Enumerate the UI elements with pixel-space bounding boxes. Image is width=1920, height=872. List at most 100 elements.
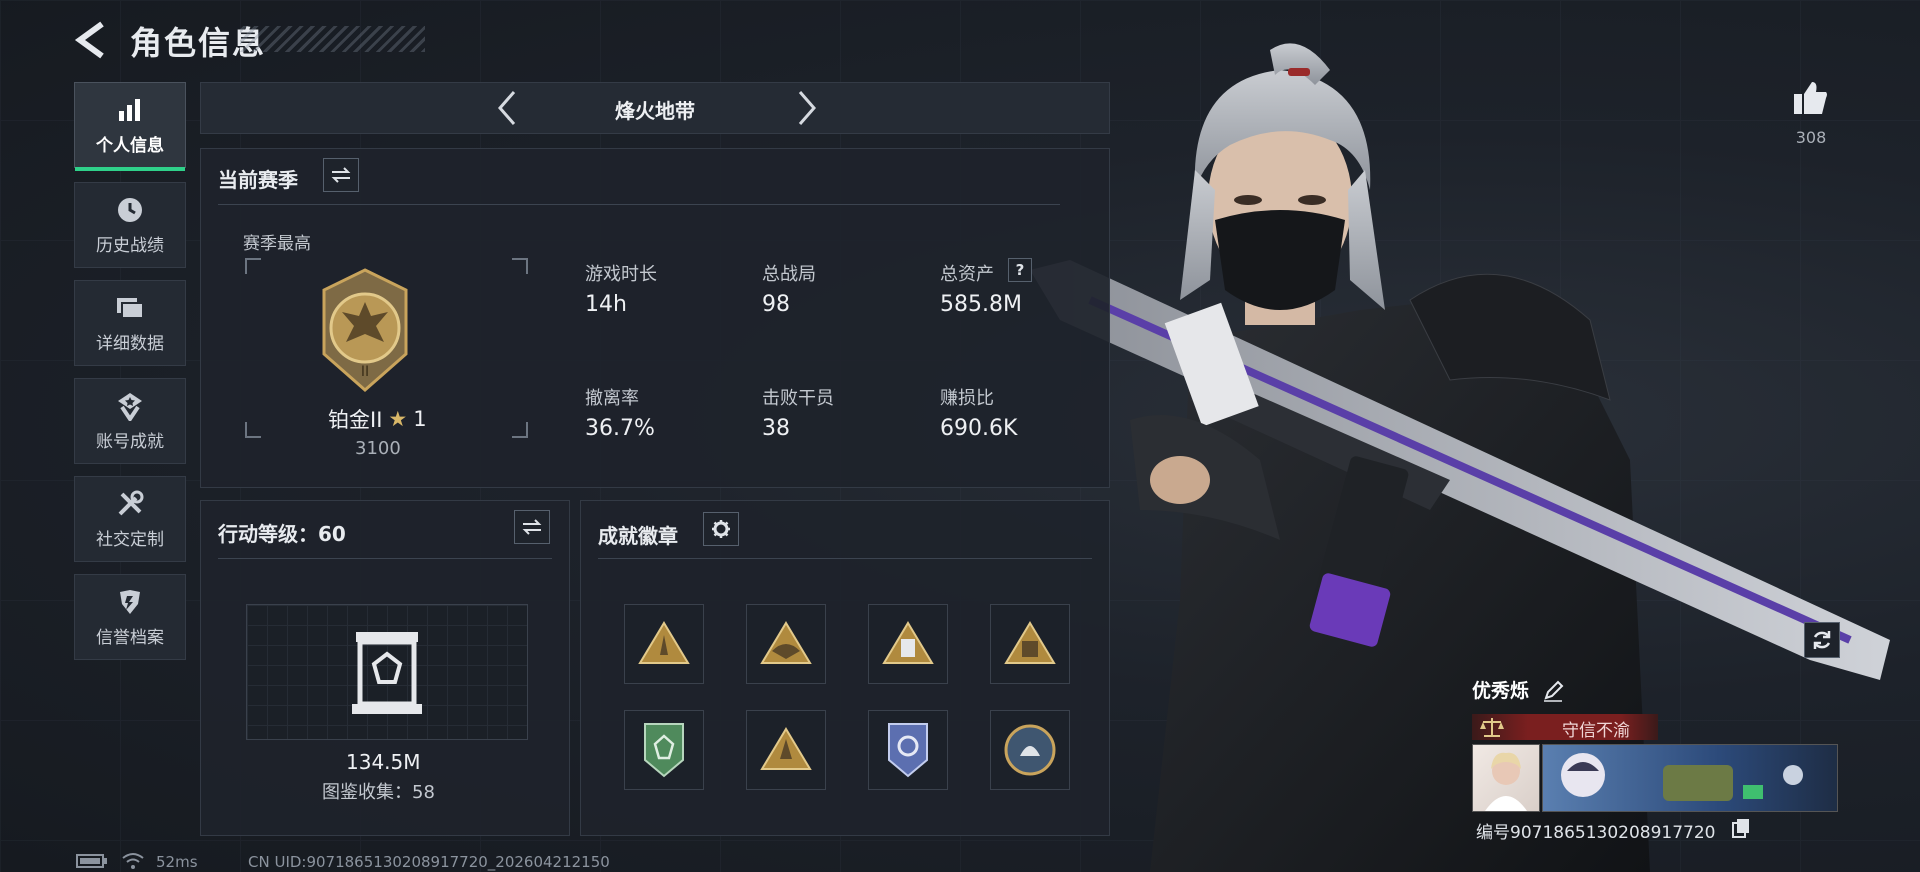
triangle-badge-icon [760, 621, 812, 664]
achievement-badge[interactable] [624, 604, 704, 684]
nav-item-match-history[interactable]: 历史战绩 [74, 182, 186, 268]
nav-item-label: 个人信息 [96, 135, 164, 156]
gear-icon [712, 520, 730, 538]
frame-corner [512, 258, 528, 274]
bar-chart-icon [115, 95, 145, 125]
achievement-badge[interactable] [868, 604, 948, 684]
medal-icon [115, 391, 145, 421]
chevron-left-icon [498, 91, 516, 125]
mode-name: 烽火地带 [615, 99, 695, 123]
banner-image [1561, 753, 1803, 801]
battery-icon [76, 854, 107, 868]
scales-icon [1480, 718, 1504, 737]
stat-label: 总战局 [762, 264, 816, 285]
shield-icon [115, 587, 145, 617]
action-level-switch-button[interactable] [514, 510, 550, 544]
achievement-badge[interactable] [990, 710, 1070, 790]
achievements-settings-button[interactable] [703, 512, 739, 546]
stat-value-matches: 98 [762, 292, 790, 317]
refresh-button[interactable] [1804, 622, 1840, 658]
back-button[interactable] [72, 18, 112, 62]
stat-value-playtime: 14h [585, 292, 627, 317]
triangle-badge-icon [1004, 621, 1056, 664]
nav-item-label: 信誉档案 [96, 627, 164, 648]
stat-label: 撤离率 [585, 388, 639, 409]
divider [218, 558, 552, 559]
shield-badge-icon [644, 723, 684, 778]
tools-icon [115, 489, 145, 519]
copy-icon [1732, 819, 1749, 838]
triangle-badge-icon [638, 621, 690, 664]
achievement-badge[interactable] [746, 710, 826, 790]
stat-value-profit-ratio: 690.6K [940, 416, 1018, 441]
achievement-badge[interactable] [746, 604, 826, 684]
chevron-right-icon [798, 91, 816, 125]
uid-text: CN UID:9071865130208917720_202604212150 [248, 853, 610, 871]
rank-emblem-icon: II [322, 268, 408, 392]
season-switch-button[interactable] [323, 158, 359, 192]
frame-corner [245, 258, 261, 274]
nav-item-social-custom[interactable]: 社交定制 [74, 476, 186, 562]
action-level-title: 行动等级：60 [218, 522, 346, 546]
rank-name: 铂金II [328, 408, 383, 432]
help-button[interactable]: ? [1008, 258, 1032, 282]
swap-icon [522, 519, 542, 535]
stat-value-kills: 38 [762, 416, 790, 441]
prev-mode-button[interactable] [490, 88, 526, 128]
nav-item-credit-profile[interactable]: 信誉档案 [74, 574, 186, 660]
swap-icon [331, 167, 351, 183]
triangle-badge-icon [760, 727, 812, 770]
divider [598, 558, 1092, 559]
like-button[interactable] [1790, 78, 1830, 118]
avatar-image [1485, 752, 1527, 811]
frame-corner [245, 422, 261, 438]
stat-value-extraction-rate: 36.7% [585, 416, 655, 441]
stat-label: 赚损比 [940, 388, 994, 409]
back-arrow-icon [74, 21, 104, 59]
divider [218, 204, 1060, 205]
credit-tag-label: 守信不渝 [1562, 721, 1630, 741]
svg-text:II: II [361, 364, 369, 380]
nav-item-account-achievements[interactable]: 账号成就 [74, 378, 186, 464]
player-banner [1542, 744, 1838, 812]
clock-icon [115, 195, 145, 225]
achievement-badge[interactable] [624, 710, 704, 790]
folder-icon [115, 293, 145, 323]
frame-corner [512, 422, 528, 438]
achievement-badge[interactable] [868, 710, 948, 790]
triangle-badge-icon [882, 621, 934, 664]
thumbs-up-icon [1794, 82, 1827, 114]
player-name: 优秀烁 [1472, 680, 1530, 702]
wifi-icon [122, 853, 144, 869]
stat-value-assets: 585.8M [940, 292, 1022, 317]
collection-count: 图鉴收集：58 [322, 782, 435, 803]
achievement-badge[interactable] [990, 604, 1070, 684]
stat-label: 击败干员 [762, 388, 834, 409]
collection-value: 134.5M [346, 750, 421, 774]
rank-line: 铂金II ★ 1 [328, 404, 427, 434]
nav-item-personal-info[interactable]: 个人信息 [74, 82, 186, 171]
shield-badge-icon [888, 723, 928, 778]
achievements-title: 成就徽章 [598, 524, 678, 548]
round-badge-icon [1004, 724, 1056, 776]
copy-id-button[interactable] [1732, 818, 1750, 838]
season-title: 当前赛季 [218, 168, 298, 192]
pencil-icon [1544, 680, 1564, 702]
title-decoration [240, 26, 425, 52]
nav-item-detailed-data[interactable]: 详细数据 [74, 280, 186, 366]
refresh-icon [1813, 631, 1831, 649]
season-best-label: 赛季最高 [243, 234, 311, 254]
display-case-icon [352, 632, 422, 714]
stat-label: 总资产 [940, 264, 994, 285]
nav-item-label: 详细数据 [96, 333, 164, 354]
stat-label: 游戏时长 [585, 264, 657, 285]
edit-name-button[interactable] [1542, 680, 1564, 702]
next-mode-button[interactable] [788, 88, 824, 128]
star-icon: ★ [388, 407, 408, 431]
nav-item-label: 历史战绩 [96, 235, 164, 256]
avatar[interactable] [1472, 744, 1540, 812]
nav-item-label: 账号成就 [96, 431, 164, 452]
like-count: 308 [1795, 128, 1827, 147]
player-id: 编号9071865130208917720 [1476, 823, 1716, 843]
nav-item-label: 社交定制 [96, 529, 164, 550]
